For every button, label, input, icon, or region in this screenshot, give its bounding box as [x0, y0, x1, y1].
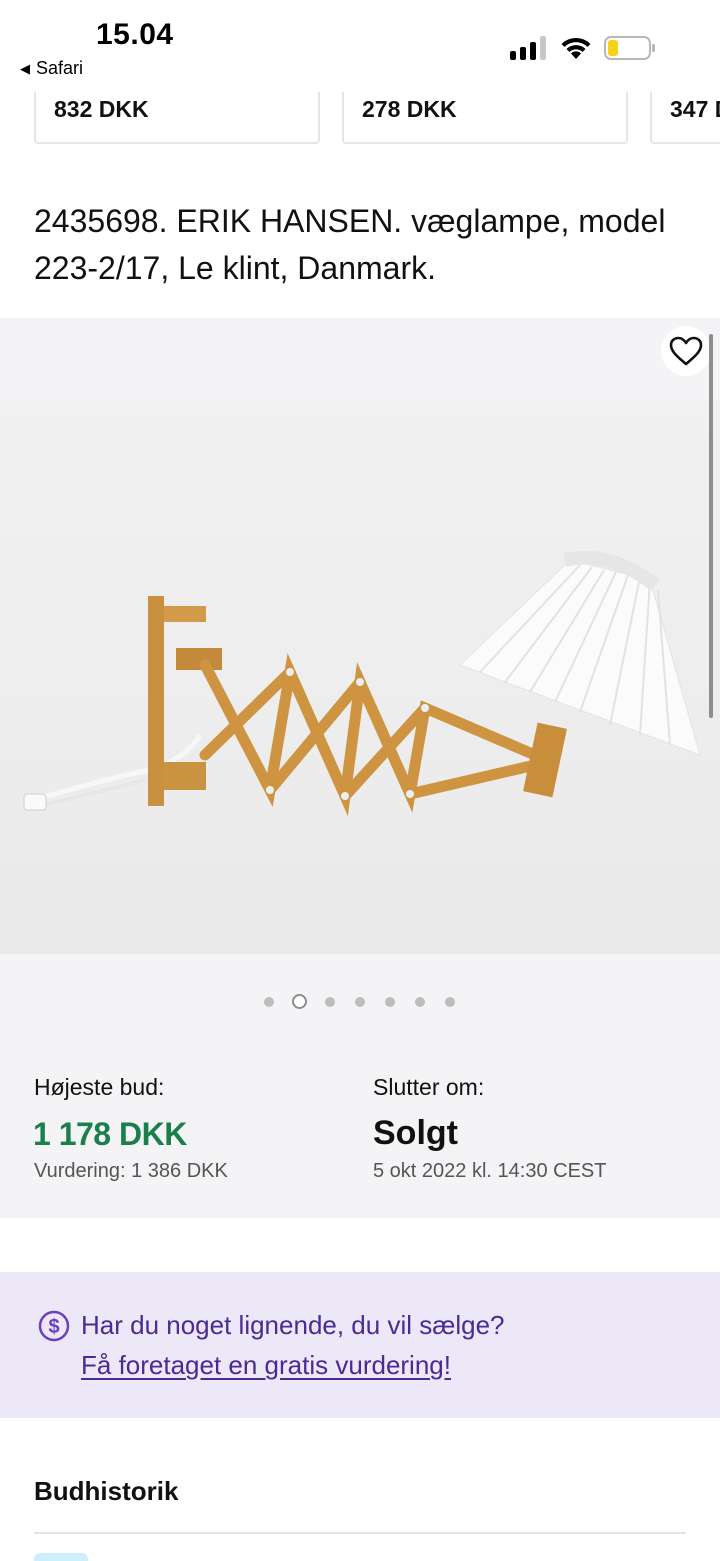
- pagination-dot[interactable]: [385, 997, 395, 1007]
- related-lot-price: 832 DKK: [54, 96, 149, 122]
- related-lot-price: 278 DKK: [362, 96, 457, 122]
- pagination-dot[interactable]: [264, 997, 274, 1007]
- status-time: 15.04: [96, 18, 174, 51]
- ends-label: Slutter om:: [373, 1074, 485, 1100]
- status-bar: 15.04 ◀ Safari: [0, 0, 720, 92]
- pagination-dot[interactable]: [325, 997, 335, 1007]
- image-gallery[interactable]: [0, 318, 720, 954]
- back-to-safari[interactable]: ◀ Safari: [20, 58, 83, 79]
- pagination-dot-active[interactable]: [292, 994, 307, 1009]
- dollar-circle-icon: $: [38, 1310, 70, 1342]
- pagination-dot[interactable]: [355, 997, 365, 1007]
- related-lot-card[interactable]: 278 DKK: [342, 92, 628, 144]
- estimate-text: Vurdering: 1 386 DKK: [34, 1160, 228, 1182]
- ends-date: 5 okt 2022 kl. 14:30 CEST: [373, 1160, 607, 1182]
- favorite-button[interactable]: [661, 326, 711, 376]
- related-lot-card[interactable]: 347 DKK: [650, 92, 720, 144]
- lot-title: 2435698. ERIK HANSEN. væglampe, model 22…: [34, 203, 666, 286]
- back-triangle-icon: ◀: [20, 60, 30, 76]
- related-lots-strip[interactable]: 832 DKK 278 DKK 347 DKK: [0, 92, 720, 146]
- bid-history-title: Budhistorik: [34, 1476, 179, 1506]
- svg-text:$: $: [48, 1316, 59, 1338]
- image-pagination[interactable]: [0, 994, 720, 1010]
- sell-similar-banner: $ Har du noget lignende, du vil sælge? F…: [0, 1272, 720, 1418]
- sell-question: Har du noget lignende, du vil sælge?: [81, 1310, 505, 1340]
- highest-bid-label: Højeste bud:: [34, 1074, 165, 1100]
- ends-status: Solgt: [373, 1114, 458, 1152]
- heart-icon: [669, 336, 703, 366]
- related-lot-card[interactable]: 832 DKK: [34, 92, 320, 144]
- lot-photo[interactable]: [0, 400, 720, 954]
- divider: [34, 1532, 686, 1534]
- pagination-dot[interactable]: [445, 997, 455, 1007]
- free-valuation-link[interactable]: Få foretaget en gratis vurdering!: [81, 1350, 451, 1381]
- wifi-icon: [561, 37, 591, 59]
- back-app-label: Safari: [36, 58, 84, 78]
- pagination-dot[interactable]: [415, 997, 425, 1007]
- cellular-signal-icon: [510, 36, 546, 60]
- bid-info-panel: Højeste bud: 1 178 DKK Vurdering: 1 386 …: [0, 954, 720, 1218]
- battery-icon: [604, 36, 655, 60]
- highest-bid-value: 1 178 DKK: [33, 1116, 187, 1152]
- related-lot-price: 347 DKK: [670, 96, 720, 122]
- scroll-indicator: [709, 334, 713, 718]
- bid-history-badge: [34, 1553, 88, 1561]
